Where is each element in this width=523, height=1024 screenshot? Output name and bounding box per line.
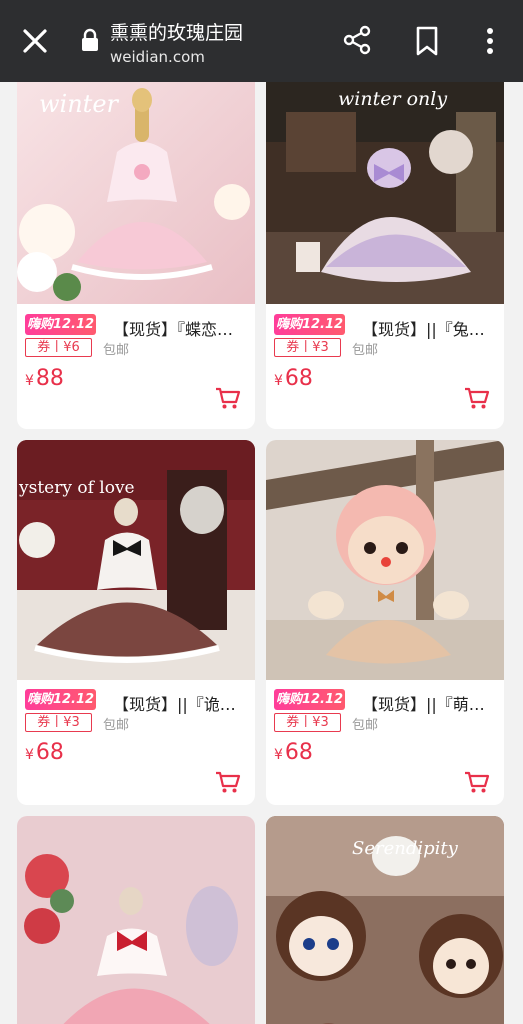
promo-badge: 嗨购12.12 — [25, 689, 96, 710]
share-icon[interactable] — [342, 25, 372, 55]
promo-badge: 嗨购12.12 — [274, 689, 345, 710]
product-image[interactable]: winter only — [266, 82, 504, 304]
cart-icon[interactable] — [464, 770, 490, 794]
promo-badge: 嗨购12.12 — [25, 314, 96, 335]
currency-symbol: ¥ — [274, 747, 283, 763]
shipping-label: 包邮 — [352, 343, 379, 358]
price-value: 68 — [35, 740, 64, 765]
price-value: 68 — [284, 740, 313, 765]
image-watermark: Serendipity — [352, 838, 458, 859]
product-name[interactable]: 【现货】||『萌… — [362, 691, 498, 715]
cart-icon[interactable] — [215, 386, 241, 410]
more-icon[interactable] — [480, 26, 500, 56]
product-image[interactable] — [17, 816, 255, 1024]
coupon-badge: 券丨¥3 — [274, 713, 341, 732]
image-watermark: winter — [39, 90, 118, 118]
price-value: 68 — [284, 366, 313, 391]
product-price: ¥68 — [274, 366, 313, 391]
cart-icon[interactable] — [464, 386, 490, 410]
product-name[interactable]: 【现货】||『兔… — [362, 316, 498, 340]
product-card[interactable] — [17, 816, 255, 1024]
product-card[interactable]: ystery of love 嗨购12.12 【现货】||『诡… 券丨¥3 包邮… — [17, 440, 255, 805]
image-watermark: ystery of love — [19, 478, 135, 498]
product-name[interactable]: 【现货】||『诡… — [113, 691, 249, 715]
product-card[interactable]: 嗨购12.12 【现货】||『萌… 券丨¥3 包邮 ¥68 — [266, 440, 504, 805]
product-price: ¥68 — [25, 740, 64, 765]
product-card[interactable]: Serendipity — [266, 816, 504, 1024]
close-icon[interactable] — [20, 26, 50, 56]
coupon-badge: 券丨¥3 — [25, 713, 92, 732]
product-image[interactable] — [266, 440, 504, 680]
product-image[interactable]: Serendipity — [266, 816, 504, 1024]
bookmark-icon[interactable] — [414, 26, 440, 56]
product-image[interactable]: ystery of love — [17, 440, 255, 680]
lock-icon — [82, 28, 98, 51]
price-value: 88 — [35, 366, 64, 391]
product-image[interactable]: winter — [17, 82, 255, 304]
currency-symbol: ¥ — [274, 373, 283, 389]
currency-symbol: ¥ — [25, 747, 34, 763]
shipping-label: 包邮 — [103, 343, 130, 358]
coupon-badge: 券丨¥3 — [274, 338, 341, 357]
top-bar: 熏熏的玫瑰庄园 weidian.com — [0, 0, 523, 82]
currency-symbol: ¥ — [25, 373, 34, 389]
product-card[interactable]: winter only 嗨购12.12 【现货】||『兔… 券丨¥3 包邮 ¥6… — [266, 82, 504, 429]
shipping-label: 包邮 — [103, 718, 130, 733]
cart-icon[interactable] — [215, 770, 241, 794]
shipping-label: 包邮 — [352, 718, 379, 733]
product-card[interactable]: winter 嗨购12.12 【现货】『蝶恋… 券丨¥6 包邮 ¥88 — [17, 82, 255, 429]
coupon-badge: 券丨¥6 — [25, 338, 92, 357]
page-title: 熏熏的玫瑰庄园 — [110, 22, 244, 44]
product-name[interactable]: 【现货】『蝶恋… — [113, 316, 249, 340]
product-price: ¥88 — [25, 366, 64, 391]
promo-badge: 嗨购12.12 — [274, 314, 345, 335]
page-url: weidian.com — [110, 48, 205, 66]
product-grid: winter 嗨购12.12 【现货】『蝶恋… 券丨¥6 包邮 ¥88 wint… — [0, 82, 523, 1024]
image-watermark: winter only — [338, 88, 448, 110]
product-price: ¥68 — [274, 740, 313, 765]
